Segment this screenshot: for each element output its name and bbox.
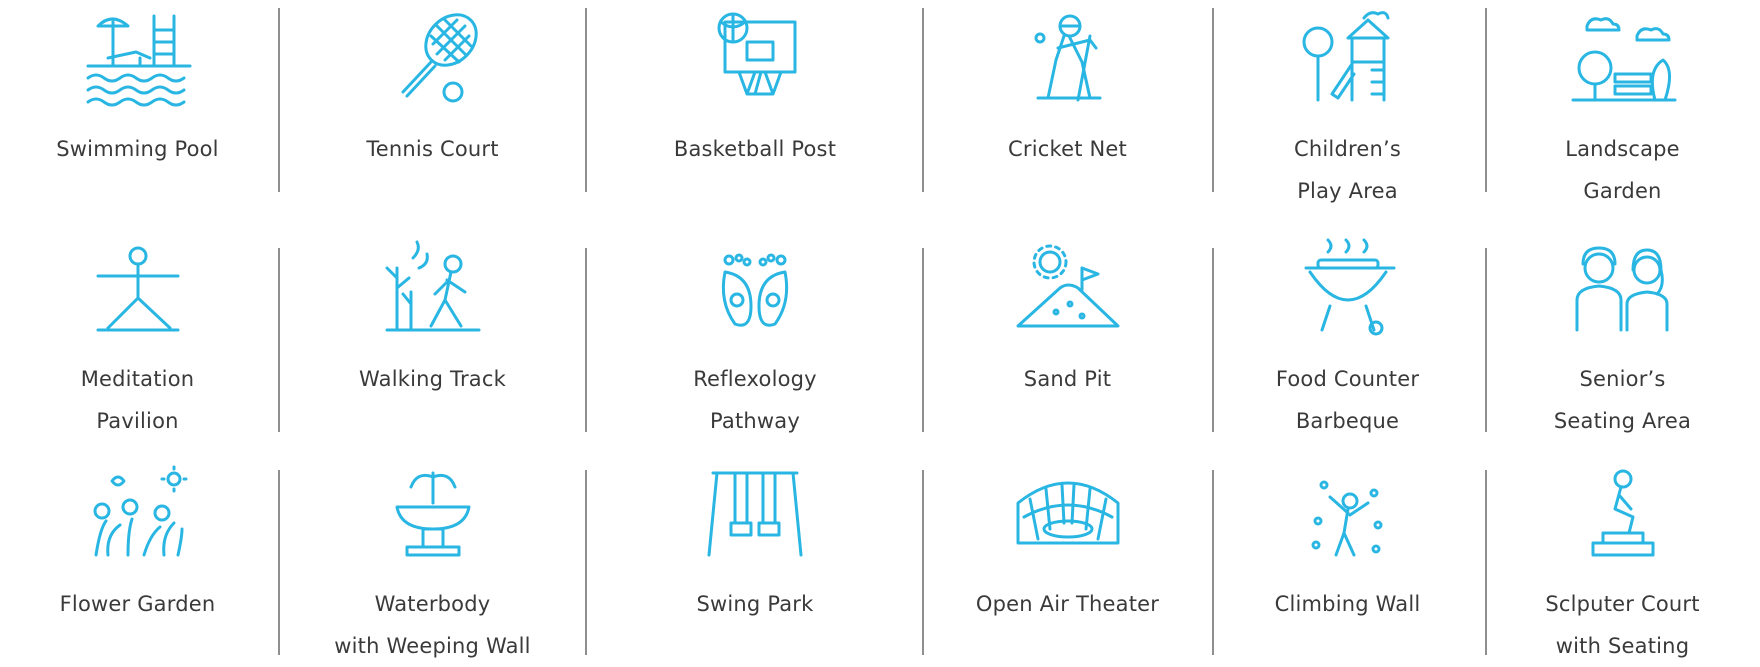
column-divider — [278, 8, 280, 192]
amenity-label-line: Flower Garden — [59, 592, 216, 616]
amenities-grid: Swimming Pool Tennis Court Basketball Po… — [0, 0, 1760, 665]
amenity-item: Sclputer Court with Seating — [1485, 455, 1760, 665]
amenity-label-line: Cricket Net — [1008, 137, 1127, 161]
amenity-label-line: Walking Track — [359, 367, 506, 391]
tennis-racket-icon — [373, 8, 493, 108]
column-divider — [278, 470, 280, 655]
amenity-item: Walking Track — [280, 230, 585, 440]
amenity-item: Cricket Net — [925, 0, 1210, 210]
fountain-icon — [373, 463, 493, 563]
amenity-item: Landscape Garden — [1485, 0, 1760, 210]
amenity-item: Reflexology Pathway — [590, 230, 920, 440]
amenity-label-line: Food Counter — [1275, 367, 1420, 391]
amenity-label: Flower Garden — [0, 583, 275, 625]
column-divider — [1212, 248, 1214, 432]
yoga-pose-icon — [78, 238, 198, 338]
amenity-label: Landscape Garden — [1485, 128, 1760, 212]
amenity-label: Meditation Pavilion — [0, 358, 275, 442]
amenity-label-line: Garden — [1583, 179, 1662, 203]
column-divider — [1212, 470, 1214, 655]
footprints-icon — [695, 238, 815, 338]
amenity-label: Swing Park — [590, 583, 920, 625]
column-divider — [922, 470, 924, 655]
walking-person-icon — [373, 238, 493, 338]
column-divider — [1485, 8, 1487, 192]
amenity-item: Senior’s Seating Area — [1485, 230, 1760, 440]
column-divider — [585, 470, 587, 655]
amenity-label-line: Landscape — [1565, 137, 1680, 161]
landscape-garden-icon — [1563, 8, 1683, 108]
column-divider — [278, 248, 280, 432]
amenity-label-line: Sand Pit — [1023, 367, 1112, 391]
amenity-item: Sand Pit — [925, 230, 1210, 440]
amenity-label-line: Swing Park — [696, 592, 814, 616]
amenity-item: Flower Garden — [0, 455, 275, 665]
amenity-label: Children’s Play Area — [1215, 128, 1480, 212]
amenity-label-line: Children’s — [1294, 137, 1401, 161]
swimming-pool-icon — [78, 8, 198, 108]
amenity-label: Walking Track — [280, 358, 585, 400]
barbeque-grill-icon — [1288, 238, 1408, 338]
amenity-label-line: Play Area — [1297, 179, 1398, 203]
column-divider — [922, 248, 924, 432]
amenity-item: Children’s Play Area — [1215, 0, 1480, 210]
amenity-label: Basketball Post — [590, 128, 920, 170]
amenity-item: Climbing Wall — [1215, 455, 1480, 665]
column-divider — [585, 248, 587, 432]
column-divider — [1212, 8, 1214, 192]
amenity-item: Food Counter Barbeque — [1215, 230, 1480, 440]
amenity-item: Swimming Pool — [0, 0, 275, 210]
amenity-label-line: Barbeque — [1295, 409, 1400, 433]
column-divider — [585, 8, 587, 192]
climbing-wall-icon — [1288, 463, 1408, 563]
amenity-label-line: Open Air Theater — [975, 592, 1160, 616]
amenity-label: Waterbody with Weeping Wall — [280, 583, 585, 667]
flower-garden-icon — [78, 463, 198, 563]
amenity-label: Open Air Theater — [925, 583, 1210, 625]
column-divider — [1485, 470, 1487, 655]
amenity-item: Meditation Pavilion — [0, 230, 275, 440]
amenity-label-line: Sclputer Court — [1545, 592, 1700, 616]
amenity-label-line: Seating Area — [1553, 409, 1692, 433]
amenity-label-line: Climbing Wall — [1274, 592, 1421, 616]
amenity-label-line: with Seating — [1555, 634, 1690, 658]
amenity-item: Open Air Theater — [925, 455, 1210, 665]
cricket-player-icon — [1008, 8, 1128, 108]
amenity-label: Climbing Wall — [1215, 583, 1480, 625]
amenity-label: Swimming Pool — [0, 128, 275, 170]
amenity-label-line: Senior’s — [1579, 367, 1666, 391]
sand-pit-icon — [1008, 238, 1128, 338]
amenity-label-line: with Weeping Wall — [334, 634, 531, 658]
amenity-label: Food Counter Barbeque — [1215, 358, 1480, 442]
amenity-item: Basketball Post — [590, 0, 920, 210]
amenity-label: Cricket Net — [925, 128, 1210, 170]
amenity-label-line: Swimming Pool — [56, 137, 219, 161]
basketball-hoop-icon — [695, 8, 815, 108]
amenity-label: Reflexology Pathway — [590, 358, 920, 442]
sculpture-icon — [1563, 463, 1683, 563]
amenity-label-line: Reflexology — [693, 367, 817, 391]
amenity-label-line: Tennis Court — [366, 137, 499, 161]
column-divider — [1485, 248, 1487, 432]
swing-icon — [695, 463, 815, 563]
senior-couple-icon — [1563, 238, 1683, 338]
amenity-item: Waterbody with Weeping Wall — [280, 455, 585, 665]
amenity-label: Senior’s Seating Area — [1485, 358, 1760, 442]
amenity-label-line: Waterbody — [374, 592, 491, 616]
amenity-item: Tennis Court — [280, 0, 585, 210]
amenity-label: Sand Pit — [925, 358, 1210, 400]
amenity-label-line: Pavilion — [96, 409, 179, 433]
playground-slide-icon — [1288, 8, 1408, 108]
amenity-label: Sclputer Court with Seating — [1485, 583, 1760, 667]
amenity-item: Swing Park — [590, 455, 920, 665]
amenity-label-line: Basketball Post — [673, 137, 837, 161]
amenity-label: Tennis Court — [280, 128, 585, 170]
column-divider — [922, 8, 924, 192]
amphitheater-icon — [1008, 463, 1128, 563]
amenity-label-line: Pathway — [709, 409, 800, 433]
amenity-label-line: Meditation — [80, 367, 195, 391]
